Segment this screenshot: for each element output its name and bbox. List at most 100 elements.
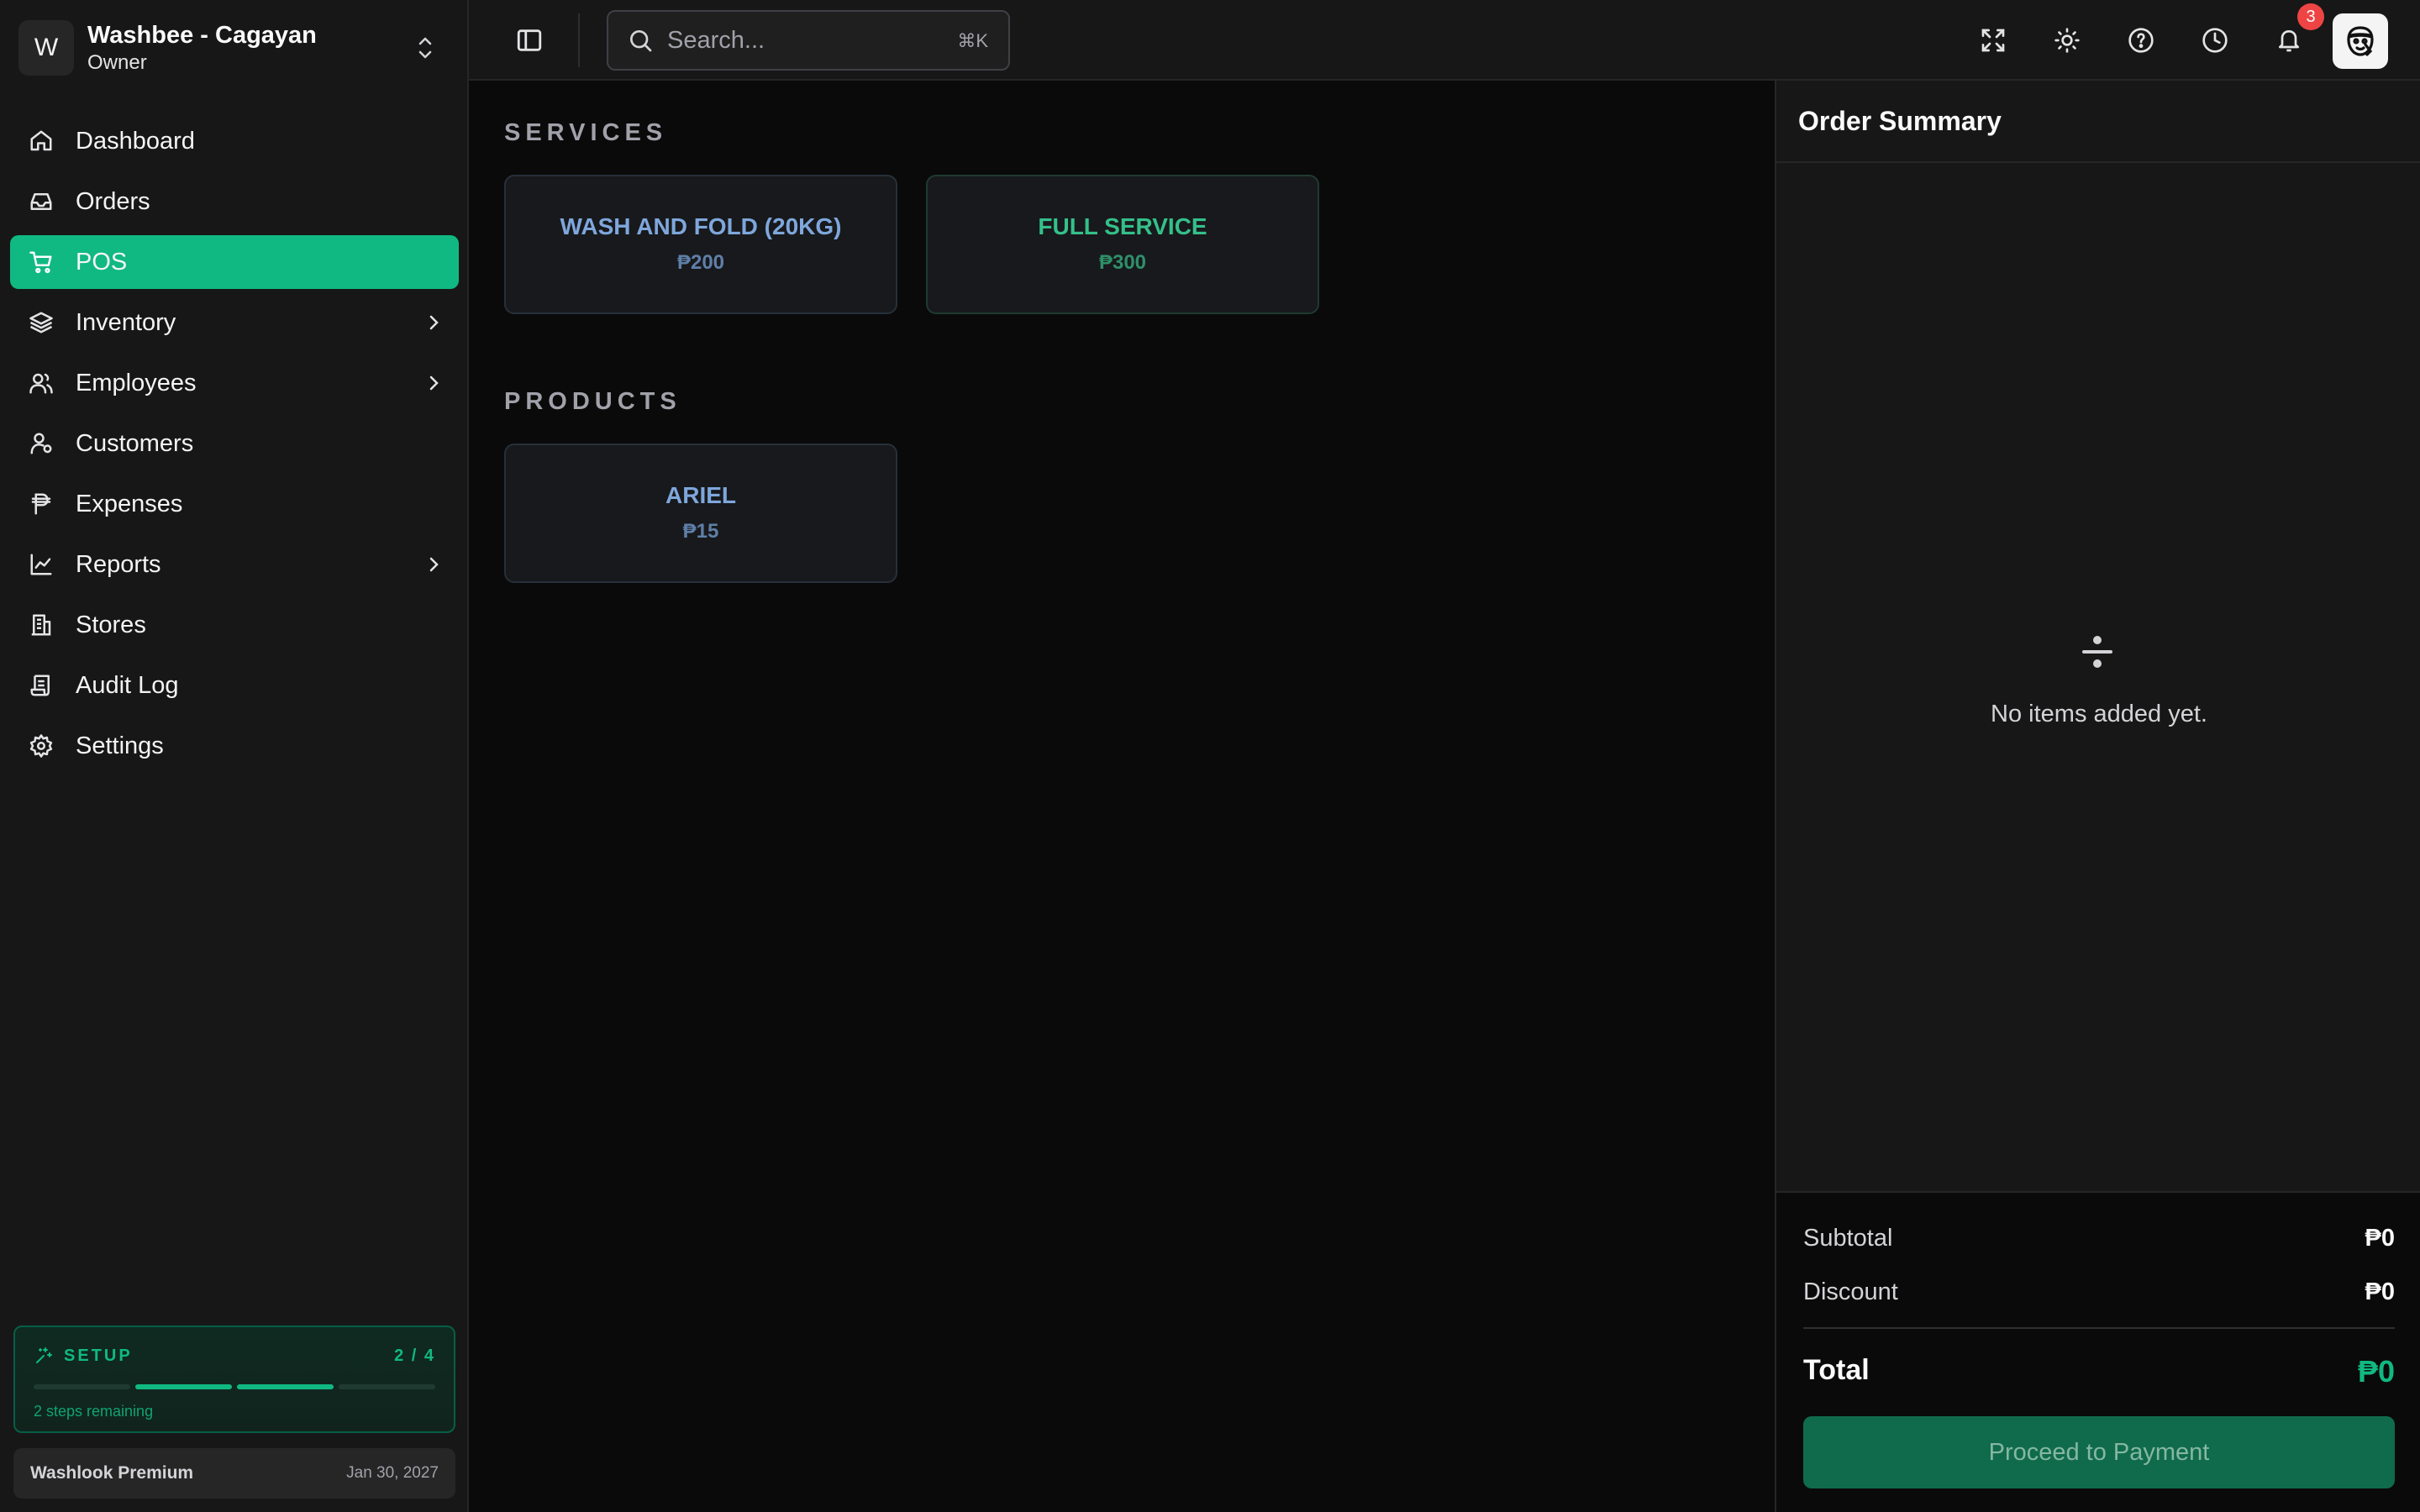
empty-order-text: No items added yet.: [1991, 701, 2207, 727]
discount-row: Discount ₱0: [1803, 1278, 2395, 1306]
sidebar-item-settings[interactable]: Settings: [10, 719, 459, 773]
proceed-to-payment-button[interactable]: Proceed to Payment: [1803, 1416, 2395, 1488]
sidebar-item-orders[interactable]: Orders: [10, 175, 459, 228]
sidebar-item-label: Reports: [76, 551, 161, 578]
setup-remaining: 2 steps remaining: [34, 1403, 154, 1420]
service-tile[interactable]: WASH AND FOLD (20KG) ₱200: [504, 175, 897, 314]
fullscreen-button[interactable]: [1973, 20, 2013, 60]
divider: [1803, 1327, 2395, 1329]
sidebar-item-label: Expenses: [76, 491, 183, 517]
subtotal-value: ₱0: [2365, 1225, 2395, 1252]
chevron-right-icon: [429, 557, 439, 572]
sidebar-item-label: POS: [76, 249, 128, 276]
store-switcher[interactable]: W Washbee - Cagayan Owner: [18, 17, 450, 79]
total-value: ₱0: [2357, 1354, 2395, 1389]
divider: [1776, 161, 2420, 163]
setup-progress-bar: [34, 1384, 435, 1389]
store-avatar: W: [18, 20, 74, 76]
bell-icon: [2279, 30, 2299, 52]
sidebar-item-stores[interactable]: Stores: [10, 598, 459, 652]
top-bar: ⌘K 3: [469, 0, 2420, 81]
chevron-up-down-icon: [418, 37, 432, 59]
sidebar-item-label: Dashboard: [76, 128, 195, 155]
sidebar: W Washbee - Cagayan Owner Dashboard Orde…: [0, 0, 469, 1512]
users-icon: [27, 369, 55, 397]
sidebar-item-employees[interactable]: Employees: [10, 356, 459, 410]
tile-name: WASH AND FOLD (20KG): [560, 213, 842, 239]
store-name: Washbee - Cagayan: [87, 22, 317, 49]
cart-icon: [27, 248, 55, 276]
product-tile[interactable]: ARIEL ₱15: [504, 444, 897, 583]
store-role: Owner: [87, 51, 147, 74]
home-icon: [27, 127, 55, 155]
subtotal-label: Subtotal: [1803, 1225, 1893, 1252]
chevron-right-icon: [429, 375, 439, 391]
avatar-face-icon: [2347, 26, 2374, 56]
plan-card[interactable]: Washlook Premium Jan 30, 2027: [13, 1448, 455, 1499]
total-row: Total ₱0: [1803, 1354, 2395, 1389]
header-divider: [578, 13, 580, 67]
sun-icon: [2054, 28, 2080, 53]
subtotal-row: Subtotal ₱0: [1803, 1225, 2395, 1252]
pos-main: SERVICES WASH AND FOLD (20KG) ₱200 FULL …: [471, 81, 1775, 1512]
tile-name: ARIEL: [666, 482, 736, 508]
sidebar-item-label: Inventory: [76, 309, 176, 336]
discount-label: Discount: [1803, 1278, 1898, 1305]
sidebar-item-dashboard[interactable]: Dashboard: [10, 114, 459, 168]
peso-icon: [27, 490, 55, 518]
sidebar-item-customers[interactable]: Customers: [10, 417, 459, 470]
gear-icon: [27, 732, 55, 760]
fullscreen-icon: [1981, 29, 2005, 52]
clock-icon: [2202, 28, 2228, 53]
setup-title: SETUP: [64, 1346, 133, 1365]
scroll-icon: [27, 671, 55, 700]
help-circle-icon: [2128, 28, 2154, 53]
discount-value: ₱0: [2365, 1278, 2395, 1305]
user-avatar[interactable]: [2333, 13, 2388, 69]
sidebar-item-pos[interactable]: POS: [10, 235, 459, 289]
tile-price: ₱300: [1098, 251, 1147, 274]
sidebar-item-label: Employees: [76, 370, 197, 396]
sidebar-item-label: Settings: [76, 732, 164, 759]
setup-count: 2 / 4: [394, 1346, 435, 1365]
divide-icon: [2082, 636, 2112, 668]
sidebar-item-inventory[interactable]: Inventory: [10, 296, 459, 349]
plan-name: Washlook Premium: [30, 1463, 194, 1483]
order-summary-title: Order Summary: [1798, 106, 2002, 136]
tile-price: ₱15: [682, 520, 719, 543]
notification-badge: 3: [2297, 3, 2324, 30]
inbox-icon: [27, 187, 55, 216]
sidebar-item-audit-log[interactable]: Audit Log: [10, 659, 459, 712]
sidebar-item-label: Customers: [76, 430, 194, 457]
sidebar-item-expenses[interactable]: Expenses: [10, 477, 459, 531]
sidebar-toggle-button[interactable]: [513, 24, 546, 57]
order-totals: Subtotal ₱0 Discount ₱0 Total ₱0 Proceed…: [1776, 1191, 2420, 1512]
user-group-icon: [27, 429, 55, 458]
sidebar-item-label: Audit Log: [76, 672, 179, 699]
sidebar-item-label: Orders: [76, 188, 150, 215]
chevron-right-icon: [429, 315, 439, 330]
building-icon: [27, 611, 55, 639]
setup-progress-card[interactable]: SETUP 2 / 4 2 steps remaining: [13, 1326, 455, 1433]
theme-toggle-button[interactable]: [2047, 20, 2087, 60]
services-heading: SERVICES: [504, 119, 668, 146]
chart-icon: [27, 550, 55, 579]
search-box[interactable]: ⌘K: [607, 10, 1010, 71]
sidebar-panel-icon: [517, 29, 542, 51]
total-label: Total: [1803, 1354, 1870, 1386]
search-icon: [630, 30, 652, 52]
search-input[interactable]: [667, 26, 936, 55]
sidebar-item-label: Stores: [76, 612, 146, 638]
products-heading: PRODUCTS: [504, 388, 681, 415]
layers-icon: [27, 308, 55, 337]
sidebar-item-reports[interactable]: Reports: [10, 538, 459, 591]
setup-step: [135, 1384, 232, 1389]
order-summary-panel: Order Summary No items added yet. Subtot…: [1775, 81, 2420, 1512]
help-button[interactable]: [2121, 20, 2161, 60]
service-tile[interactable]: FULL SERVICE ₱300: [926, 175, 1319, 314]
tile-price: ₱200: [676, 251, 725, 274]
search-shortcut: ⌘K: [957, 30, 988, 51]
setup-step: [339, 1384, 435, 1389]
setup-step: [237, 1384, 334, 1389]
history-button[interactable]: [2195, 20, 2235, 60]
